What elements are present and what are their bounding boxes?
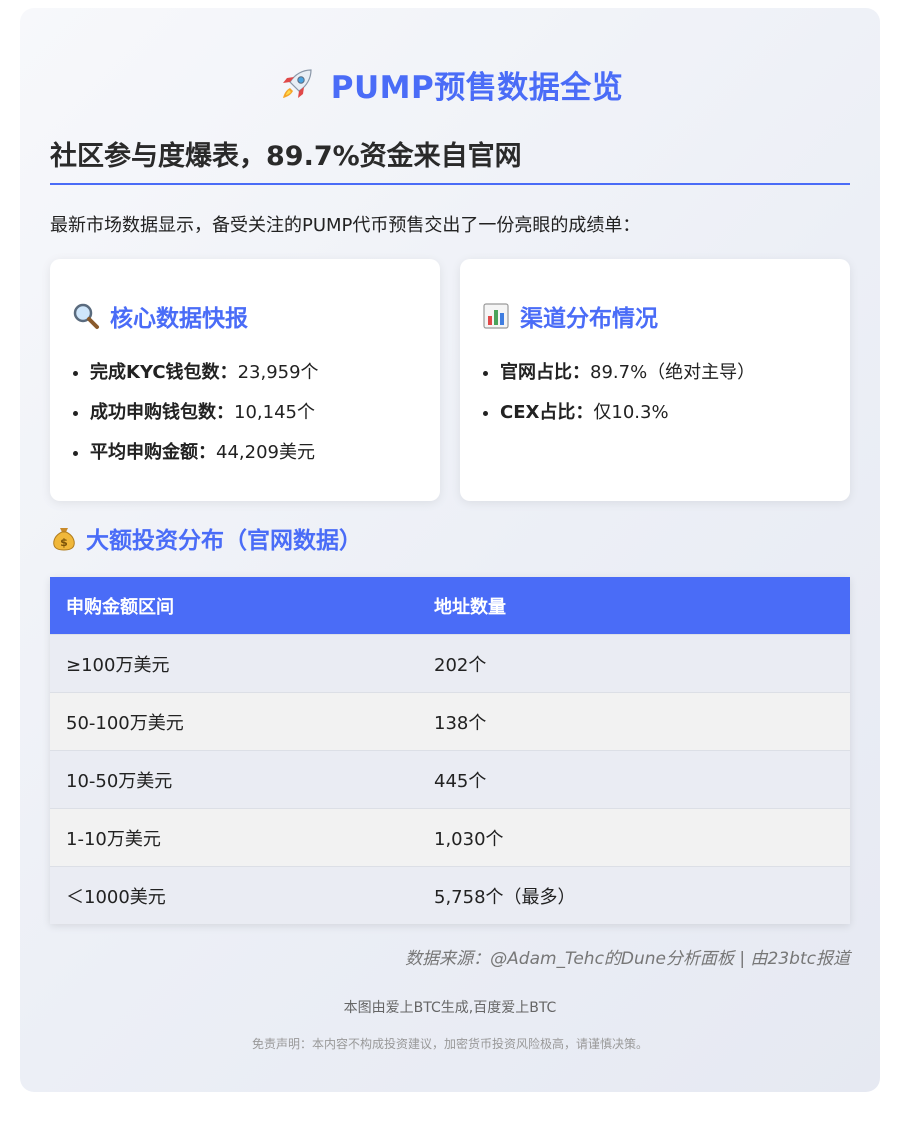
table-header-row: 申购金额区间 地址数量 <box>50 577 850 635</box>
distribution-header: $ 大额投资分布（官网数据） <box>50 521 850 555</box>
title-row: PUMP预售数据全览 <box>50 62 850 106</box>
item-label: 完成KYC钱包数： <box>90 362 238 383</box>
core-data-title: 核心数据快报 <box>110 306 248 332</box>
count-cell: 202个 <box>418 634 850 693</box>
data-source: 数据来源：@Adam_Tehc的Dune分析面板 | 由23btc报道 <box>405 949 850 969</box>
intro-text: 最新市场数据显示，备受关注的PUMP代币预售交出了一份亮眼的成绩单： <box>50 215 641 236</box>
list-item: CEX占比：仅10.3% <box>500 393 828 433</box>
credit-line: 本图由爱上BTC生成,百度爱上BTC <box>343 1000 557 1016</box>
table-row: 10-50万美元 445个 <box>50 750 850 809</box>
magnifier-icon <box>73 303 99 329</box>
list-item: 完成KYC钱包数：23,959个 <box>90 353 418 393</box>
table-row: ≥100万美元 202个 <box>50 634 850 693</box>
item-value: 仅10.3% <box>593 402 669 423</box>
count-cell: 1,030个 <box>418 808 850 867</box>
rocket-icon <box>282 69 312 98</box>
item-value: 89.7%（绝对主导） <box>590 362 756 383</box>
distribution-table: 申购金额区间 地址数量 ≥100万美元 202个 50-100万美元 138个 … <box>50 577 850 924</box>
headline: 社区参与度爆表，89.7%资金来自官网 <box>50 134 850 185</box>
core-data-header: 核心数据快报 <box>72 299 418 333</box>
item-value: 10,145个 <box>234 402 315 423</box>
list-item: 成功申购钱包数：10,145个 <box>90 393 418 433</box>
list-item: 平均申购金额：44,209美元 <box>90 433 418 473</box>
svg-text:$: $ <box>60 536 68 549</box>
count-cell: 445个 <box>418 750 850 809</box>
summary-boxes: 核心数据快报 完成KYC钱包数：23,959个 成功申购钱包数：10,145个 … <box>50 259 850 501</box>
item-label: CEX占比： <box>500 402 594 423</box>
item-label: 成功申购钱包数： <box>90 402 234 423</box>
range-cell: ≥100万美元 <box>50 634 418 693</box>
distribution-title: 大额投资分布（官网数据） <box>86 528 362 554</box>
count-cell: 138个 <box>418 692 850 751</box>
channel-box: 渠道分布情况 官网占比：89.7%（绝对主导） CEX占比：仅10.3% <box>460 259 850 501</box>
item-label: 平均申购金额： <box>90 442 216 463</box>
table-row: ＜1000美元 5,758个（最多） <box>50 866 850 924</box>
page-title: PUMP预售数据全览 <box>330 69 624 106</box>
table-row: 1-10万美元 1,030个 <box>50 808 850 867</box>
channel-title: 渠道分布情况 <box>520 306 658 332</box>
column-header-range: 申购金额区间 <box>50 577 418 635</box>
money-bag-icon: $ <box>53 528 75 551</box>
range-cell: 1-10万美元 <box>50 808 418 867</box>
bar-chart-icon <box>483 303 509 329</box>
column-header-count: 地址数量 <box>418 577 850 635</box>
range-cell: ＜1000美元 <box>50 866 418 924</box>
core-data-box: 核心数据快报 完成KYC钱包数：23,959个 成功申购钱包数：10,145个 … <box>50 259 440 501</box>
table-row: 50-100万美元 138个 <box>50 692 850 751</box>
item-value: 23,959个 <box>237 362 319 383</box>
range-cell: 50-100万美元 <box>50 692 418 751</box>
item-label: 官网占比： <box>500 362 590 383</box>
count-cell: 5,758个（最多） <box>418 866 850 924</box>
infographic-card: PUMP预售数据全览 社区参与度爆表，89.7%资金来自官网 最新市场数据显示，… <box>20 8 880 1092</box>
range-cell: 10-50万美元 <box>50 750 418 809</box>
channel-list: 官网占比：89.7%（绝对主导） CEX占比：仅10.3% <box>482 353 828 433</box>
core-data-list: 完成KYC钱包数：23,959个 成功申购钱包数：10,145个 平均申购金额：… <box>72 353 418 473</box>
list-item: 官网占比：89.7%（绝对主导） <box>500 353 828 393</box>
channel-header: 渠道分布情况 <box>482 299 828 333</box>
disclaimer: 免责声明：本内容不构成投资建议，加密货币投资风险极高，请谨慎决策。 <box>251 1037 648 1051</box>
item-value: 44,209美元 <box>216 442 315 463</box>
